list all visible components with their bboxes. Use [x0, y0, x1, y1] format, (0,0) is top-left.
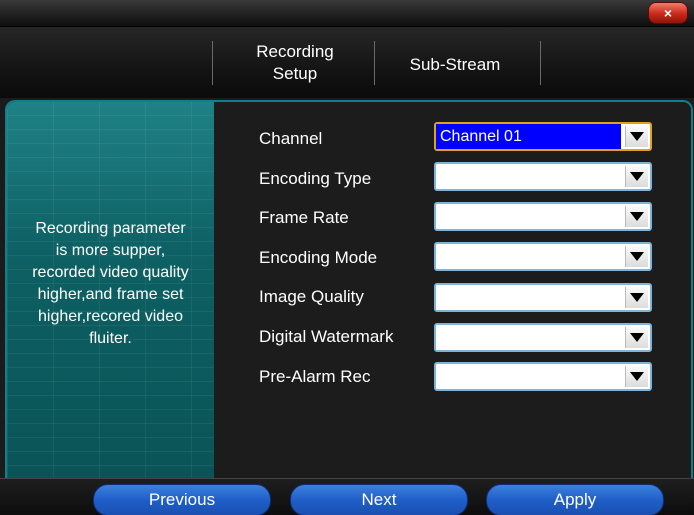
chevron-down-icon [625, 287, 648, 308]
image-quality-select[interactable] [434, 283, 652, 312]
channel-select-value: Channel 01 [436, 124, 621, 149]
channel-select[interactable]: Channel 01 [434, 122, 652, 151]
description-text: Recording parameter is more supper, reco… [7, 218, 214, 350]
tab-sub-stream[interactable]: Sub-Stream [385, 54, 525, 76]
chevron-down-icon [625, 246, 648, 267]
digital-watermark-label: Digital Watermark [259, 327, 394, 346]
description-line: higher,recored video [38, 308, 183, 325]
previous-button[interactable]: Previous [93, 484, 271, 515]
tab-divider [540, 41, 541, 85]
description-line: recorded video quality [32, 264, 189, 281]
tab-recording-setup-line2: Setup [272, 64, 318, 83]
next-button[interactable]: Next [290, 484, 468, 515]
encoding-type-label: Encoding Type [259, 169, 372, 188]
description-line: is more supper, [55, 242, 166, 259]
pre-alarm-rec-label: Pre-Alarm Rec [259, 367, 371, 386]
title-bar: × [0, 0, 694, 27]
pre-alarm-rec-select[interactable] [434, 362, 652, 391]
frame-rate-select[interactable] [434, 202, 652, 231]
tab-recording-setup-line1: Recording [256, 42, 334, 61]
description-line: fluiter. [89, 330, 132, 347]
chevron-down-icon [625, 166, 648, 187]
recording-setup-window: × Recording Setup Sub-Stream Recording p… [0, 0, 694, 515]
encoding-mode-label: Encoding Mode [259, 248, 378, 267]
close-icon: × [663, 5, 673, 21]
description-line: Recording parameter [35, 220, 186, 237]
tab-divider [212, 41, 213, 85]
chevron-down-icon [625, 126, 648, 147]
chevron-down-icon [625, 206, 648, 227]
bottom-bar: Previous Next Apply [0, 478, 694, 515]
chevron-down-icon [625, 366, 648, 387]
tab-bar: Recording Setup Sub-Stream [0, 27, 694, 98]
tab-divider [374, 41, 375, 85]
apply-button[interactable]: Apply [486, 484, 664, 515]
channel-label: Channel [259, 129, 323, 148]
image-quality-label: Image Quality [259, 287, 364, 306]
info-panel: Recording parameter is more supper, reco… [7, 102, 214, 480]
encoding-type-select[interactable] [434, 162, 652, 191]
frame-rate-label: Frame Rate [259, 208, 349, 227]
description-line: higher,and frame set [37, 286, 184, 303]
settings-panel: Recording parameter is more supper, reco… [5, 100, 693, 515]
tab-recording-setup[interactable]: Recording Setup [230, 41, 360, 85]
close-button[interactable]: × [648, 2, 688, 24]
chevron-down-icon [625, 327, 648, 348]
digital-watermark-select[interactable] [434, 323, 652, 352]
encoding-mode-select[interactable] [434, 242, 652, 271]
